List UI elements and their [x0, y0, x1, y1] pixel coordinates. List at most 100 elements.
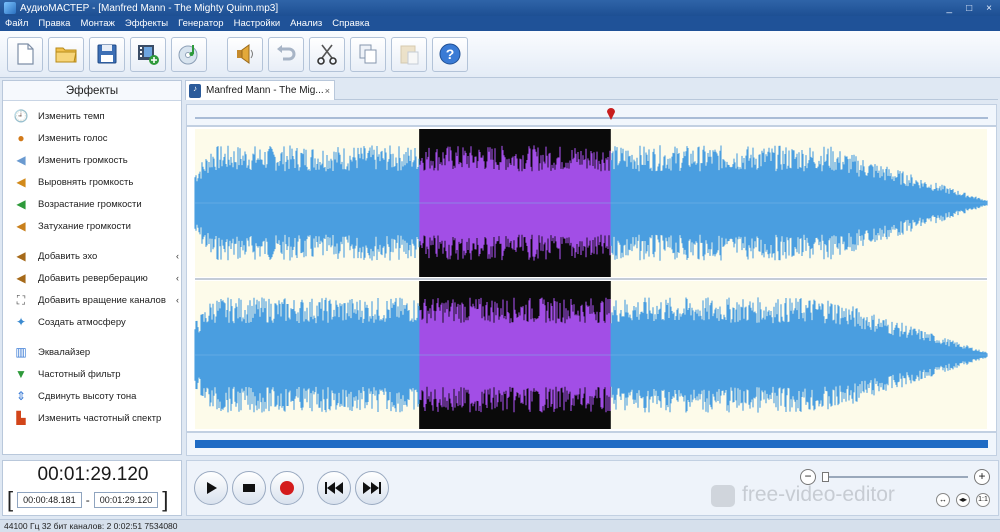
- record-icon: [280, 481, 294, 495]
- record-button[interactable]: [270, 471, 304, 505]
- app-icon: [4, 2, 16, 14]
- menu-edit[interactable]: Правка: [38, 18, 70, 29]
- zoom-1to1-icon[interactable]: 1:1: [976, 493, 990, 507]
- paste-icon: [400, 45, 419, 65]
- undo-button[interactable]: [268, 36, 304, 72]
- help-icon: ?: [439, 43, 461, 65]
- effect-change-tempo[interactable]: 🕘 Изменить темп: [3, 105, 181, 127]
- menu-analysis[interactable]: Анализ: [290, 18, 322, 29]
- title-bar: АудиоМАСТЕР - [Manfred Mann - The Mighty…: [0, 0, 1000, 16]
- horizontal-scrollbar[interactable]: [186, 432, 997, 456]
- effect-change-volume[interactable]: ◀ Изменить громкость: [3, 149, 181, 171]
- window-controls: _ □ ×: [947, 3, 1000, 14]
- add-video-button[interactable]: [130, 36, 166, 72]
- undo-icon: [277, 45, 296, 61]
- expand-arrow-icon[interactable]: ‹: [176, 273, 179, 283]
- effect-equalizer[interactable]: ▥ Эквалайзер: [3, 341, 181, 363]
- waveform-canvas[interactable]: [187, 127, 998, 433]
- clock-icon: 🕘: [13, 109, 29, 123]
- menu-effects[interactable]: Эффекты: [125, 18, 168, 29]
- effect-add-echo[interactable]: ◀ Добавить эхо ‹: [3, 245, 181, 267]
- toolbar: ?: [0, 31, 1000, 78]
- copy-button[interactable]: [350, 36, 386, 72]
- help-button[interactable]: ?: [432, 36, 468, 72]
- echo-icon: ◀: [16, 249, 26, 263]
- paste-button[interactable]: [391, 36, 427, 72]
- menu-settings[interactable]: Настройки: [234, 18, 281, 29]
- minimize-button[interactable]: _: [947, 3, 953, 14]
- reverb-icon: ◀: [16, 271, 26, 285]
- speaker-effect-button[interactable]: [227, 36, 263, 72]
- volume-icon: ◀: [16, 153, 26, 167]
- effect-create-atmosphere[interactable]: ✦ Создать атмосферу: [3, 311, 181, 333]
- skip-forward-icon: [363, 482, 381, 494]
- effect-change-spectrum[interactable]: ▙ Изменить частотный спектр: [3, 407, 181, 429]
- fit-selection-icon[interactable]: ◂▸: [956, 493, 970, 507]
- tab-close-icon[interactable]: ×: [325, 86, 330, 96]
- watermark-play-icon: [711, 485, 735, 507]
- copy-icon: [359, 44, 377, 64]
- play-button[interactable]: [194, 471, 228, 505]
- time-display: 00:01:29.120 [ 00:00:48.181 - 00:01:29.1…: [2, 460, 182, 516]
- zoom-slider-thumb[interactable]: [822, 472, 829, 482]
- svg-text:?: ?: [446, 46, 455, 62]
- expand-arrow-icon[interactable]: ‹: [176, 295, 179, 305]
- atmosphere-icon: ✦: [15, 315, 27, 329]
- person-icon: ●: [17, 131, 25, 145]
- current-time: 00:01:29.120: [37, 464, 149, 485]
- menu-bar: Файл Правка Монтаж Эффекты Генератор Нас…: [0, 16, 1000, 31]
- maximize-button[interactable]: □: [966, 3, 972, 14]
- menu-montage[interactable]: Монтаж: [80, 18, 114, 29]
- zoom-in-button[interactable]: +: [974, 469, 990, 485]
- effect-rotate-channels[interactable]: ⛶ Добавить вращение каналов ‹: [3, 289, 181, 311]
- stop-icon: [243, 484, 255, 492]
- effect-add-reverb[interactable]: ◀ Добавить реверберацию ‹: [3, 267, 181, 289]
- menu-file[interactable]: Файл: [5, 18, 28, 29]
- selection-end-field[interactable]: 00:01:29.120: [93, 492, 159, 508]
- fit-buttons: ↔ ◂▸ 1:1: [936, 493, 990, 507]
- effect-pitch-shift[interactable]: ⇕ Сдвинуть высоту тона: [3, 385, 181, 407]
- folder-icon: [55, 47, 77, 63]
- effects-panel: Эффекты 🕘 Изменить темп ● Изменить голос ◀…: [2, 80, 182, 455]
- pitch-icon: ⇕: [15, 389, 27, 403]
- open-folder-button[interactable]: [48, 36, 84, 72]
- effect-change-voice[interactable]: ● Изменить голос: [3, 127, 181, 149]
- tab-track[interactable]: ♪ Manfred Mann - The Mig... ×: [185, 80, 335, 100]
- rotate-channels-icon: ⛶: [16, 292, 26, 307]
- stop-button[interactable]: [232, 471, 266, 505]
- cd-music-icon: [178, 45, 198, 65]
- floppy-icon: [97, 44, 117, 64]
- new-file-button[interactable]: [7, 36, 43, 72]
- volume-up-icon: ◀: [16, 197, 26, 211]
- forward-button[interactable]: [355, 471, 389, 505]
- effect-normalize-volume[interactable]: ◀ Выровнять громкость: [3, 171, 181, 193]
- save-button[interactable]: [89, 36, 125, 72]
- film-add-icon: [138, 45, 159, 65]
- window-title: АудиоМАСТЕР - [Manfred Mann - The Mighty…: [20, 2, 279, 14]
- effect-volume-fade-in[interactable]: ◀ Возрастание громкости: [3, 193, 181, 215]
- rewind-button[interactable]: [317, 471, 351, 505]
- range-dash: -: [85, 493, 90, 507]
- close-button[interactable]: ×: [986, 3, 992, 14]
- timeline-ruler[interactable]: [186, 104, 997, 126]
- playhead-marker-icon[interactable]: [606, 107, 616, 121]
- effect-frequency-filter[interactable]: ▼ Частотный фильтр: [3, 363, 181, 385]
- cut-button[interactable]: [309, 36, 345, 72]
- new-file-icon: [17, 43, 34, 65]
- zoom-slider-track[interactable]: [822, 476, 968, 478]
- status-bar: 44100 Гц 32 бит каналов: 2 0:02:51 75340…: [0, 519, 1000, 532]
- cd-music-button[interactable]: [171, 36, 207, 72]
- scrollbar-thumb[interactable]: [195, 440, 988, 448]
- waveform-editor[interactable]: [186, 126, 997, 432]
- equalize-volume-icon: ◀: [16, 175, 26, 189]
- menu-help[interactable]: Справка: [332, 18, 369, 29]
- watermark: free-video-editor: [742, 483, 895, 506]
- expand-arrow-icon[interactable]: ‹: [176, 251, 179, 261]
- document-tabs: ♪ Manfred Mann - The Mig... ×: [185, 80, 998, 100]
- effect-volume-fade-out[interactable]: ◀ Затухание громкости: [3, 215, 181, 237]
- menu-generator[interactable]: Генератор: [178, 18, 224, 29]
- timeline-rail: [195, 117, 988, 119]
- selection-start-field[interactable]: 00:00:48.181: [17, 492, 82, 508]
- speaker-icon: [237, 44, 253, 64]
- fit-width-icon[interactable]: ↔: [936, 493, 950, 507]
